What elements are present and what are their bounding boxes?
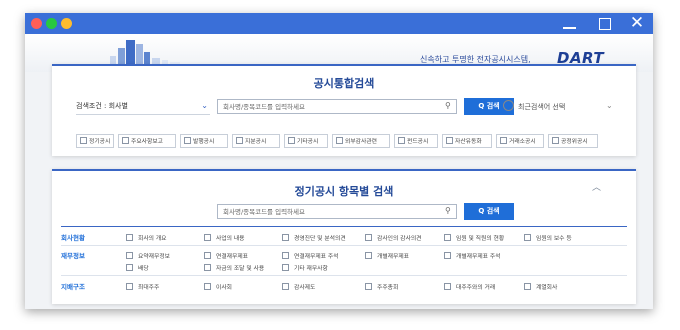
chevron-up-icon[interactable]: ︿ — [592, 180, 601, 193]
company-search-input[interactable] — [217, 99, 457, 114]
search-icon[interactable]: ⚲ — [445, 101, 451, 110]
checkbox-item[interactable]: 임원의 보수 등 — [524, 233, 572, 242]
checkbox-item[interactable]: 기타 재무사항 — [282, 263, 328, 272]
checkbox-item[interactable]: 계열회사 — [524, 282, 557, 291]
maximize-icon[interactable] — [590, 13, 620, 34]
title-bar: ✕ — [25, 13, 653, 34]
periodic-search-panel: 정기공시 항목별 검색 ︿ ⚲ Q 검색 회사현황 회사의 개요 사업의 내용 … — [52, 169, 636, 304]
clock-icon — [503, 100, 514, 111]
category-chip[interactable]: 거래소공시 — [496, 134, 544, 148]
category-chip[interactable]: 자산유동화 — [442, 134, 492, 148]
periodic-search-button[interactable]: Q 검색 — [464, 203, 514, 220]
divider — [61, 275, 627, 276]
maximize-dot-icon[interactable] — [46, 18, 57, 29]
checkbox-item[interactable]: 임원 및 직원의 현황 — [444, 233, 504, 242]
group-label: 재무정보 — [61, 252, 85, 260]
checkbox-item[interactable]: 자금의 조달 및 사용 — [204, 263, 264, 272]
periodic-search-title: 정기공시 항목별 검색 — [294, 185, 394, 198]
category-chip[interactable]: 공정위공시 — [548, 134, 598, 148]
category-chip[interactable]: 지분공시 — [232, 134, 280, 148]
checkbox-item[interactable]: 감사제도 — [282, 282, 315, 291]
checkbox-item[interactable]: 개별재무제표 — [365, 251, 409, 260]
divider — [61, 245, 627, 246]
checkbox-item[interactable]: 사업의 내용 — [204, 233, 245, 242]
periodic-company-search-input[interactable] — [217, 204, 457, 219]
search-condition-select[interactable]: 검색조건 : 회사별 ⌄ — [76, 98, 210, 115]
search-icon[interactable]: ⚲ — [445, 206, 451, 215]
checkbox-item[interactable]: 대주주와의 거래 — [444, 282, 495, 291]
checkbox-item[interactable]: 회사의 개요 — [126, 233, 167, 242]
category-chip[interactable]: 주요사항보고 — [118, 134, 176, 148]
close-dot-icon[interactable] — [31, 18, 42, 29]
checkbox-item[interactable]: 연결재무제표 주석 — [282, 251, 339, 260]
checkbox-item[interactable]: 최대주주 — [126, 282, 159, 291]
minimize-icon[interactable] — [555, 13, 585, 34]
recent-search-select[interactable]: 최근검색어 선택 — [518, 102, 565, 112]
checkbox-item[interactable]: 연결재무제표 — [204, 251, 248, 260]
search-condition-value: 검색조건 : 회사별 — [76, 102, 128, 110]
group-label: 회사현황 — [61, 234, 85, 242]
category-chip[interactable]: 기타공시 — [284, 134, 328, 148]
integrated-search-panel: 공시통합검색 검색조건 : 회사별 ⌄ ⚲ Q 검색 최근검색어 선택 ⌄ 정기… — [52, 64, 636, 156]
checkbox-item[interactable]: 감사인의 감사의견 — [365, 233, 422, 242]
minimize-dot-icon[interactable] — [61, 18, 72, 29]
checkbox-item[interactable]: 주주총회 — [365, 282, 398, 291]
close-icon[interactable]: ✕ — [622, 13, 652, 34]
checkbox-item[interactable]: 경영진단 및 분석의견 — [282, 233, 346, 242]
checkbox-item[interactable]: 요약재무정보 — [126, 251, 170, 260]
app-window: ✕ 신속하고 투명한 전자공시시스템, DART 공시통합검색 검색조건 : 회… — [25, 13, 653, 309]
checkbox-item[interactable]: 개별재무제표 주석 — [444, 251, 501, 260]
category-chip[interactable]: 정기공시 — [76, 134, 114, 148]
integrated-search-title: 공시통합검색 — [313, 77, 375, 90]
category-chip[interactable]: 펀드공시 — [394, 134, 438, 148]
chevron-down-icon: ⌄ — [201, 101, 208, 110]
category-chip[interactable]: 발행공시 — [180, 134, 228, 148]
chevron-down-icon[interactable]: ⌄ — [606, 101, 613, 110]
checkbox-item[interactable]: 이사회 — [204, 282, 232, 291]
category-chip[interactable]: 외부감사관련 — [332, 134, 390, 148]
group-label: 지배구조 — [61, 283, 85, 291]
checkbox-item[interactable]: 배당 — [126, 263, 149, 272]
divider — [61, 226, 627, 227]
